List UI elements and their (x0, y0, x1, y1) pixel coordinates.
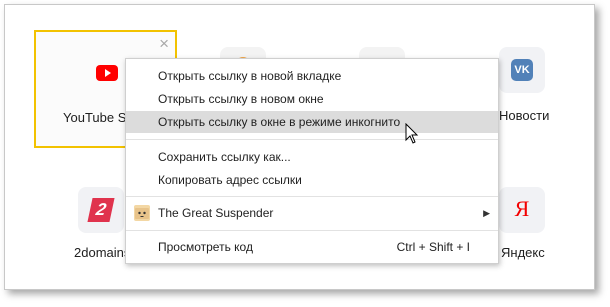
close-icon[interactable]: × (159, 35, 169, 52)
menu-item-label: The Great Suspender (158, 206, 274, 220)
menu-item-save-link-as[interactable]: Сохранить ссылку как... (126, 146, 498, 168)
tile-label-youtube: YouTube St (63, 110, 130, 125)
menu-item-label: Открыть ссылку в окне в режиме инкогнито (158, 115, 401, 129)
tile-2domains[interactable]: 2 (78, 187, 124, 233)
context-menu: Открыть ссылку в новой вкладке Открыть с… (125, 58, 499, 264)
yandex-icon: Я (514, 196, 530, 221)
2domains-icon: 2 (87, 198, 115, 222)
tile-label-vk: Новости (499, 108, 550, 123)
menu-item-open-incognito[interactable]: Открыть ссылку в окне в режиме инкогнито (126, 111, 498, 133)
vk-icon: VK (511, 59, 533, 81)
menu-item-open-new-tab[interactable]: Открыть ссылку в новой вкладке (126, 65, 498, 87)
menu-item-label: Просмотреть код (158, 240, 253, 254)
menu-item-shortcut: Ctrl + Shift + I (396, 240, 470, 254)
menu-item-label: Открыть ссылку в новой вкладке (158, 69, 342, 83)
menu-item-label: Сохранить ссылку как... (158, 150, 291, 164)
tile-label-yandex: Яндекс (501, 245, 545, 260)
menu-item-open-new-window[interactable]: Открыть ссылку в новом окне (126, 88, 498, 110)
menu-separator (126, 139, 498, 140)
menu-separator (126, 230, 498, 231)
menu-item-great-suspender[interactable]: The Great Suspender ▶ (126, 202, 498, 224)
tile-yandex[interactable]: Я (499, 187, 545, 233)
youtube-icon (96, 65, 118, 81)
menu-item-copy-link-address[interactable]: Копировать адрес ссылки (126, 169, 498, 191)
submenu-arrow-icon: ▶ (483, 208, 490, 218)
menu-item-inspect[interactable]: Просмотреть код Ctrl + Shift + I (126, 236, 498, 258)
great-suspender-icon (134, 205, 150, 221)
menu-item-label: Копировать адрес ссылки (158, 173, 302, 187)
menu-separator (126, 196, 498, 197)
tile-vk[interactable]: VK (499, 47, 545, 93)
mouse-cursor-icon (405, 123, 419, 144)
menu-item-label: Открыть ссылку в новом окне (158, 92, 324, 106)
tile-label-2domains: 2domains (74, 245, 131, 260)
